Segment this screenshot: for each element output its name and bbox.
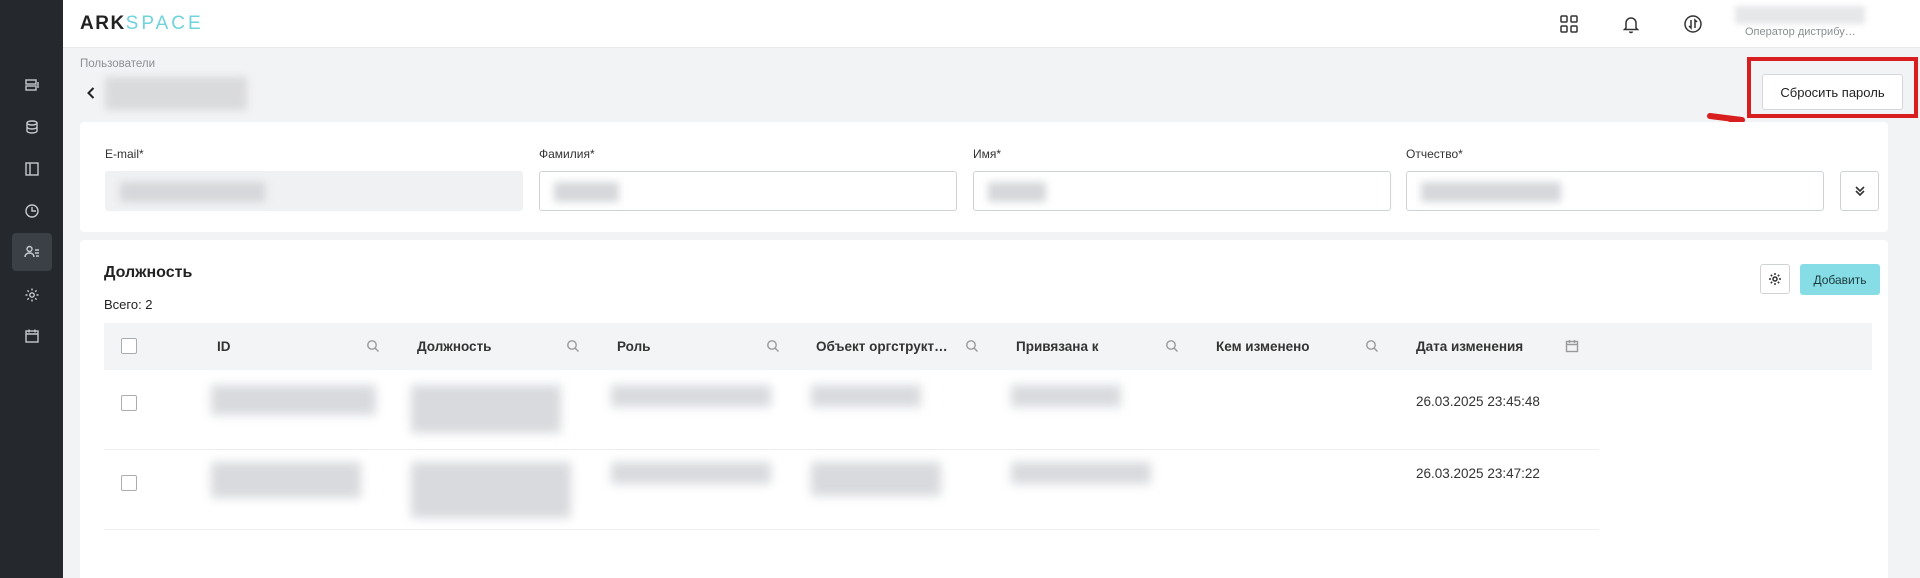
table-row[interactable]: 26.03.2025 23:47:22 [104,450,1599,530]
sidebar-item-list[interactable] [12,66,52,104]
reset-password-button[interactable]: Сбросить пароль [1762,74,1903,110]
chevrons-down-icon [1854,186,1865,197]
sidebar-item-calendar[interactable] [12,317,52,355]
book-icon [25,162,39,176]
page-title-blurred [105,77,247,110]
sidebar-item-users[interactable] [12,233,52,271]
cell-position-blurred [411,385,561,433]
cell-role-blurred [611,385,771,407]
grid-icon [1560,15,1578,33]
search-icon[interactable] [1165,339,1179,353]
user-role[interactable]: Оператор дистрибу… [1745,26,1856,38]
column-header-id[interactable]: ID [217,323,231,370]
list-icon [25,79,39,91]
cell-role-blurred [611,462,771,484]
bell-icon [1622,17,1640,34]
email-field[interactable] [105,171,523,211]
table-settings-button[interactable] [1760,264,1790,294]
gear-icon [1769,273,1781,285]
cell-org-object-blurred [811,462,941,496]
search-icon[interactable] [766,339,780,353]
table-header: ID Должность Роль Объект оргструкт… Прив… [104,323,1872,370]
sidebar-item-database[interactable] [12,108,52,146]
sidebar-item-settings[interactable] [12,276,52,314]
row-checkbox[interactable] [121,395,137,411]
cell-bound-to-blurred [1011,462,1151,484]
row-checkbox[interactable] [121,475,137,491]
back-button[interactable] [82,82,100,104]
cell-modified-date: 26.03.2025 23:45:48 [1416,394,1540,409]
search-icon[interactable] [566,339,580,353]
search-icon[interactable] [1365,339,1379,353]
calendar-icon[interactable] [1565,339,1579,353]
sidebar-item-book[interactable] [12,150,52,188]
brand-logo[interactable]: ARKSPACE [80,13,204,35]
apps-button[interactable] [1557,12,1581,36]
expand-form-button[interactable] [1840,171,1879,211]
lastname-label: Фамилия* [539,147,595,161]
middlename-field[interactable] [1406,171,1824,211]
column-header-modified-date[interactable]: Дата изменения [1416,323,1523,370]
gear-icon [25,288,39,302]
positions-card: Должность Всего: 2 Добавить ID Должность… [80,240,1888,578]
clock-icon [25,204,39,218]
search-icon[interactable] [965,339,979,353]
cell-id-blurred [211,462,361,498]
cell-org-object-blurred [811,385,921,407]
firstname-label: Имя* [973,147,1002,161]
column-header-org-object[interactable]: Объект оргструкт… [816,323,948,370]
cell-id-blurred [211,385,376,415]
select-all-checkbox[interactable] [121,338,137,354]
user-name-blurred[interactable] [1735,6,1865,24]
brand-part-space: SPACE [125,13,204,34]
cell-modified-date: 26.03.2025 23:47:22 [1416,466,1540,481]
database-icon [26,120,38,134]
column-header-role[interactable]: Роль [617,323,650,370]
chevron-left-icon [87,87,95,99]
column-header-bound-to[interactable]: Привязана к [1016,323,1098,370]
users-icon [24,245,39,258]
sidebar-item-history[interactable] [12,192,52,230]
sidebar [0,0,63,578]
swap-icon [1684,15,1702,33]
middlename-label: Отчество* [1406,147,1463,161]
notifications-button[interactable] [1619,12,1643,36]
search-icon[interactable] [366,339,380,353]
top-header: ARKSPACE Оператор дистрибу… [63,0,1920,48]
lastname-field[interactable] [539,171,957,211]
table-row[interactable]: 26.03.2025 23:45:48 [104,370,1599,450]
section-title: Должность [104,264,193,281]
calendar-icon [25,329,39,343]
add-button[interactable]: Добавить [1800,264,1880,295]
firstname-field[interactable] [973,171,1391,211]
user-form-card: E-mail* Фамилия* Имя* Отчество* [80,122,1888,232]
switch-context-button[interactable] [1681,12,1705,36]
total-count: Всего: 2 [104,297,153,312]
brand-part-ark: ARK [80,13,126,34]
cell-position-blurred [411,462,571,518]
breadcrumb[interactable]: Пользователи [80,58,155,70]
email-label: E-mail* [105,147,144,161]
column-header-position[interactable]: Должность [417,323,491,370]
column-header-modified-by[interactable]: Кем изменено [1216,323,1310,370]
cell-bound-to-blurred [1011,385,1121,407]
